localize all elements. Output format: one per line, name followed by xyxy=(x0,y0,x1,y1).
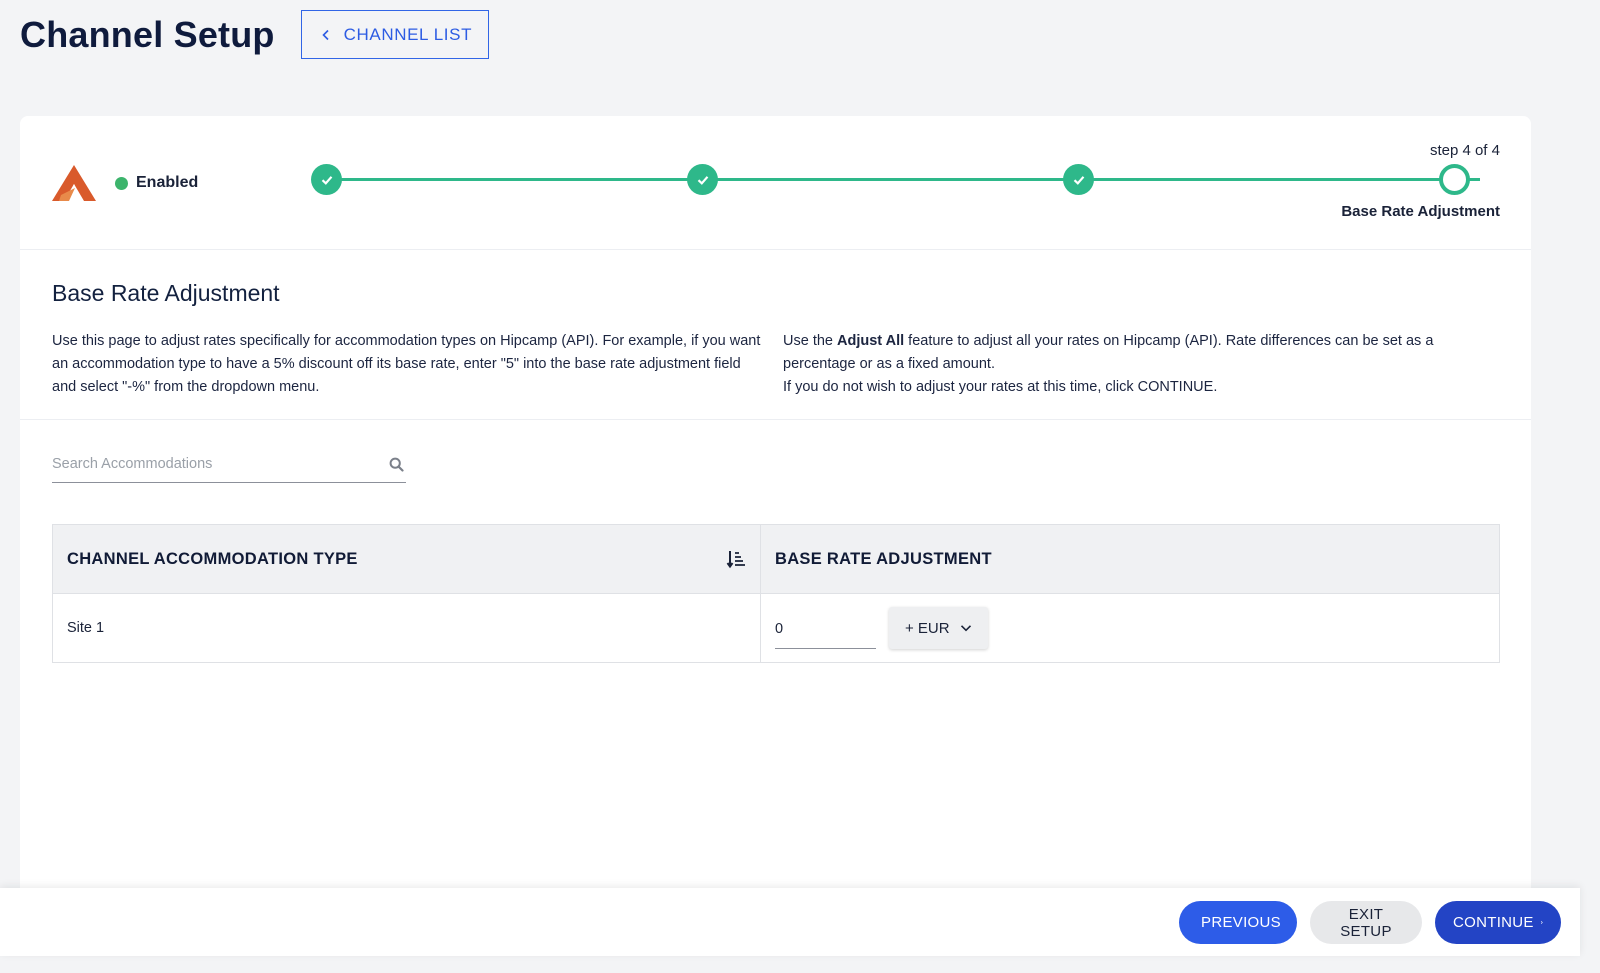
adjust-all-emphasis: Adjust All xyxy=(837,333,905,349)
sort-descending-icon[interactable] xyxy=(726,549,746,569)
status-label: Enabled xyxy=(136,174,199,191)
chevron-down-icon xyxy=(960,625,971,632)
continue-button[interactable]: CONTINUE xyxy=(1435,901,1561,944)
intro-right-text: Use the Adjust All feature to adjust all… xyxy=(783,330,1503,399)
accommodation-table: CHANNEL ACCOMMODATION TYPE BASE RATE ADJ… xyxy=(52,524,1500,663)
intro-left-text: Use this page to adjust rates specifical… xyxy=(52,333,761,395)
table-header-row: CHANNEL ACCOMMODATION TYPE BASE RATE ADJ… xyxy=(52,524,1500,594)
step-4-current xyxy=(1439,164,1470,195)
exit-setup-button[interactable]: EXIT SETUP xyxy=(1310,901,1422,944)
chevron-left-icon xyxy=(321,29,329,40)
footer-actions: PREVIOUS EXIT SETUP CONTINUE xyxy=(1179,901,1561,944)
page-title: Channel Setup xyxy=(20,13,275,55)
step-1-complete[interactable] xyxy=(311,164,342,195)
intro-right-line2: If you do not wish to adjust your rates … xyxy=(783,379,1218,395)
check-icon xyxy=(697,175,708,185)
page-header: Channel Setup CHANNEL LIST xyxy=(20,10,490,59)
step-3-complete[interactable] xyxy=(1063,164,1094,195)
chevron-right-icon xyxy=(1540,921,1543,924)
column-header-type-label: CHANNEL ACCOMMODATION TYPE xyxy=(67,549,358,568)
exit-setup-button-label: EXIT SETUP xyxy=(1340,905,1392,940)
adjustment-unit-label: + EUR xyxy=(905,619,950,637)
channel-status: Enabled xyxy=(115,174,198,192)
channel-list-button-label: CHANNEL LIST xyxy=(343,24,473,44)
column-header-type: CHANNEL ACCOMMODATION TYPE xyxy=(52,524,761,594)
previous-button-label: PREVIOUS xyxy=(1201,914,1281,931)
check-icon xyxy=(1073,175,1084,185)
step-count: step 4 of 4 xyxy=(1429,142,1500,159)
step-2-complete[interactable] xyxy=(687,164,718,195)
table-row: Site 1 + EUR xyxy=(52,593,1500,663)
check-icon xyxy=(321,175,332,185)
search-field xyxy=(52,446,406,483)
status-dot xyxy=(115,176,128,190)
stepper-progress-line xyxy=(332,178,1480,181)
column-header-adjustment: BASE RATE ADJUSTMENT xyxy=(760,524,1500,594)
section-title: Base Rate Adjustment xyxy=(52,280,280,306)
continue-button-label: CONTINUE xyxy=(1453,914,1534,931)
previous-button[interactable]: PREVIOUS xyxy=(1179,901,1297,944)
accommodation-name: Site 1 xyxy=(52,593,761,663)
setup-card: Enabled step 4 of 4 Base Rate Adjustment… xyxy=(20,116,1531,896)
intro-section: Base Rate Adjustment Use this page to ad… xyxy=(20,250,1531,420)
adjustment-cell: + EUR xyxy=(760,593,1500,663)
hipcamp-logo-icon xyxy=(52,165,96,201)
search-icon[interactable] xyxy=(389,457,404,472)
footer-bar: PREVIOUS EXIT SETUP CONTINUE xyxy=(0,888,1580,956)
intro-right-prefix: Use the xyxy=(783,333,837,349)
search-input[interactable] xyxy=(52,456,389,472)
stepper-row: Enabled step 4 of 4 Base Rate Adjustment xyxy=(20,116,1531,250)
channel-list-button[interactable]: CHANNEL LIST xyxy=(300,10,490,59)
current-step-label: Base Rate Adjustment xyxy=(1341,203,1500,220)
adjustment-unit-dropdown[interactable]: + EUR xyxy=(889,607,988,649)
base-rate-adjustment-input[interactable] xyxy=(775,607,876,649)
